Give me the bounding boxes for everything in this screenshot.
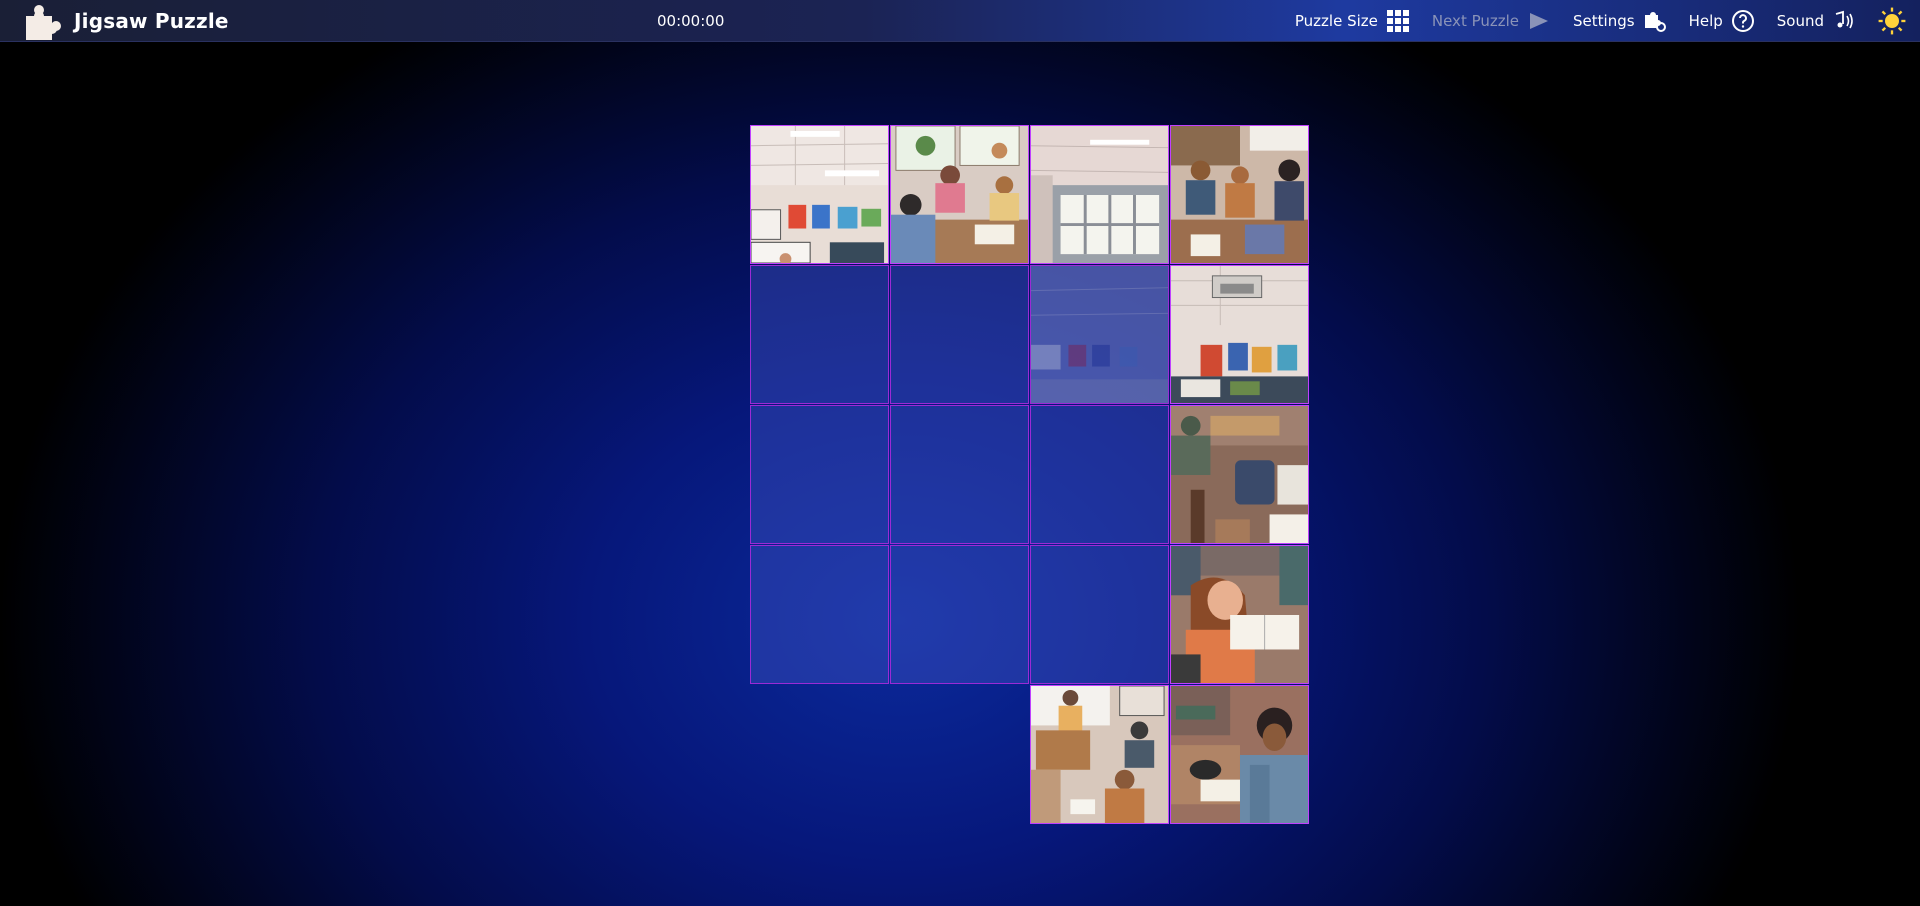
settings-button[interactable]: Settings: [1573, 9, 1667, 33]
empty-slot[interactable]: [890, 265, 1029, 404]
puzzle-piece[interactable]: [1170, 685, 1309, 824]
app-title: Jigsaw Puzzle: [74, 9, 229, 33]
puzzle-size-button[interactable]: Puzzle Size: [1295, 9, 1410, 33]
puzzle-piece[interactable]: [1170, 405, 1309, 544]
sun-icon: [1878, 7, 1906, 35]
play-arrow-icon: [1530, 13, 1549, 29]
puzzle-piece[interactable]: [1030, 685, 1169, 824]
settings-label: Settings: [1573, 12, 1635, 30]
puzzle-piece[interactable]: [1170, 125, 1309, 264]
menu-bar: Puzzle Size Next Puzzle Settings Help So…: [1273, 0, 1906, 42]
next-puzzle-label: Next Puzzle: [1431, 12, 1520, 30]
help-label: Help: [1688, 12, 1723, 30]
ghost-preview: [1031, 266, 1168, 403]
top-bar: Jigsaw Puzzle 00:00:00 Puzzle Size Next …: [0, 0, 1920, 42]
empty-slot[interactable]: [890, 545, 1029, 684]
empty-slot[interactable]: [750, 265, 889, 404]
sound-button[interactable]: Sound: [1777, 9, 1856, 33]
empty-slot[interactable]: [750, 545, 889, 684]
puzzle-piece[interactable]: [1030, 125, 1169, 264]
puzzle-piece[interactable]: [890, 125, 1029, 264]
help-button[interactable]: Help: [1689, 9, 1755, 33]
sound-label: Sound: [1776, 12, 1824, 30]
question-circle-icon: [1731, 10, 1754, 32]
timer: 00:00:00: [657, 12, 725, 30]
puzzle-board: [750, 125, 1310, 825]
grid-icon: [1386, 10, 1409, 32]
empty-slot[interactable]: [890, 405, 1029, 544]
puzzle-piece[interactable]: [1170, 545, 1309, 684]
empty-slot[interactable]: [1030, 545, 1169, 684]
puzzle-piece[interactable]: [1170, 265, 1309, 404]
next-puzzle-button[interactable]: Next Puzzle: [1432, 9, 1551, 33]
puzzle-piece-icon: [26, 5, 61, 40]
puzzle-piece[interactable]: [750, 125, 889, 264]
theme-toggle-button[interactable]: [1878, 7, 1906, 35]
puzzle-gear-icon: [1644, 12, 1666, 32]
brand[interactable]: Jigsaw Puzzle: [20, 0, 229, 42]
empty-slot[interactable]: [1030, 405, 1169, 544]
empty-slot[interactable]: [1030, 265, 1169, 404]
puzzle-size-label: Puzzle Size: [1294, 12, 1378, 30]
music-note-icon: [1835, 10, 1853, 29]
empty-slot[interactable]: [750, 405, 889, 544]
